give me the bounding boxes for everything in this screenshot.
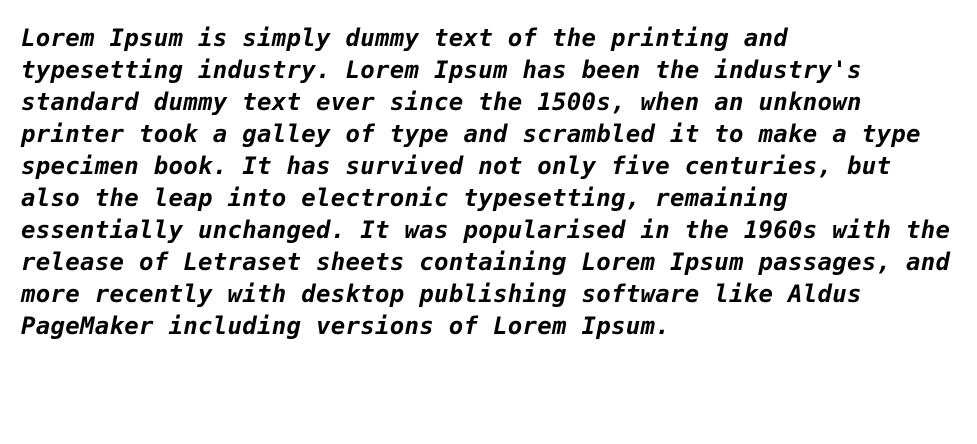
paragraph-line-8: release of Letraset sheets containing Lo… <box>21 248 951 276</box>
lorem-ipsum-paragraph: Lorem Ipsum is simply dummy text of the … <box>21 22 977 342</box>
paragraph-line-7: essentially unchanged. It was popularise… <box>21 216 951 244</box>
document-page: Lorem Ipsum is simply dummy text of the … <box>0 0 977 444</box>
paragraph-line-3: standard dummy text ever since the 1500s… <box>21 88 862 116</box>
paragraph-line-9: more recently with desktop publishing so… <box>21 280 862 308</box>
paragraph-line-5: specimen book. It has survived not only … <box>21 152 892 180</box>
paragraph-line-4: printer took a galley of type and scramb… <box>21 120 921 148</box>
paragraph-line-2: typesetting industry. Lorem Ipsum has be… <box>21 56 862 84</box>
paragraph-line-1: Lorem Ipsum is simply dummy text of the … <box>21 24 788 52</box>
paragraph-line-6: also the leap into electronic typesettin… <box>21 184 788 212</box>
paragraph-line-10: PageMaker including versions of Lorem Ip… <box>21 312 670 340</box>
